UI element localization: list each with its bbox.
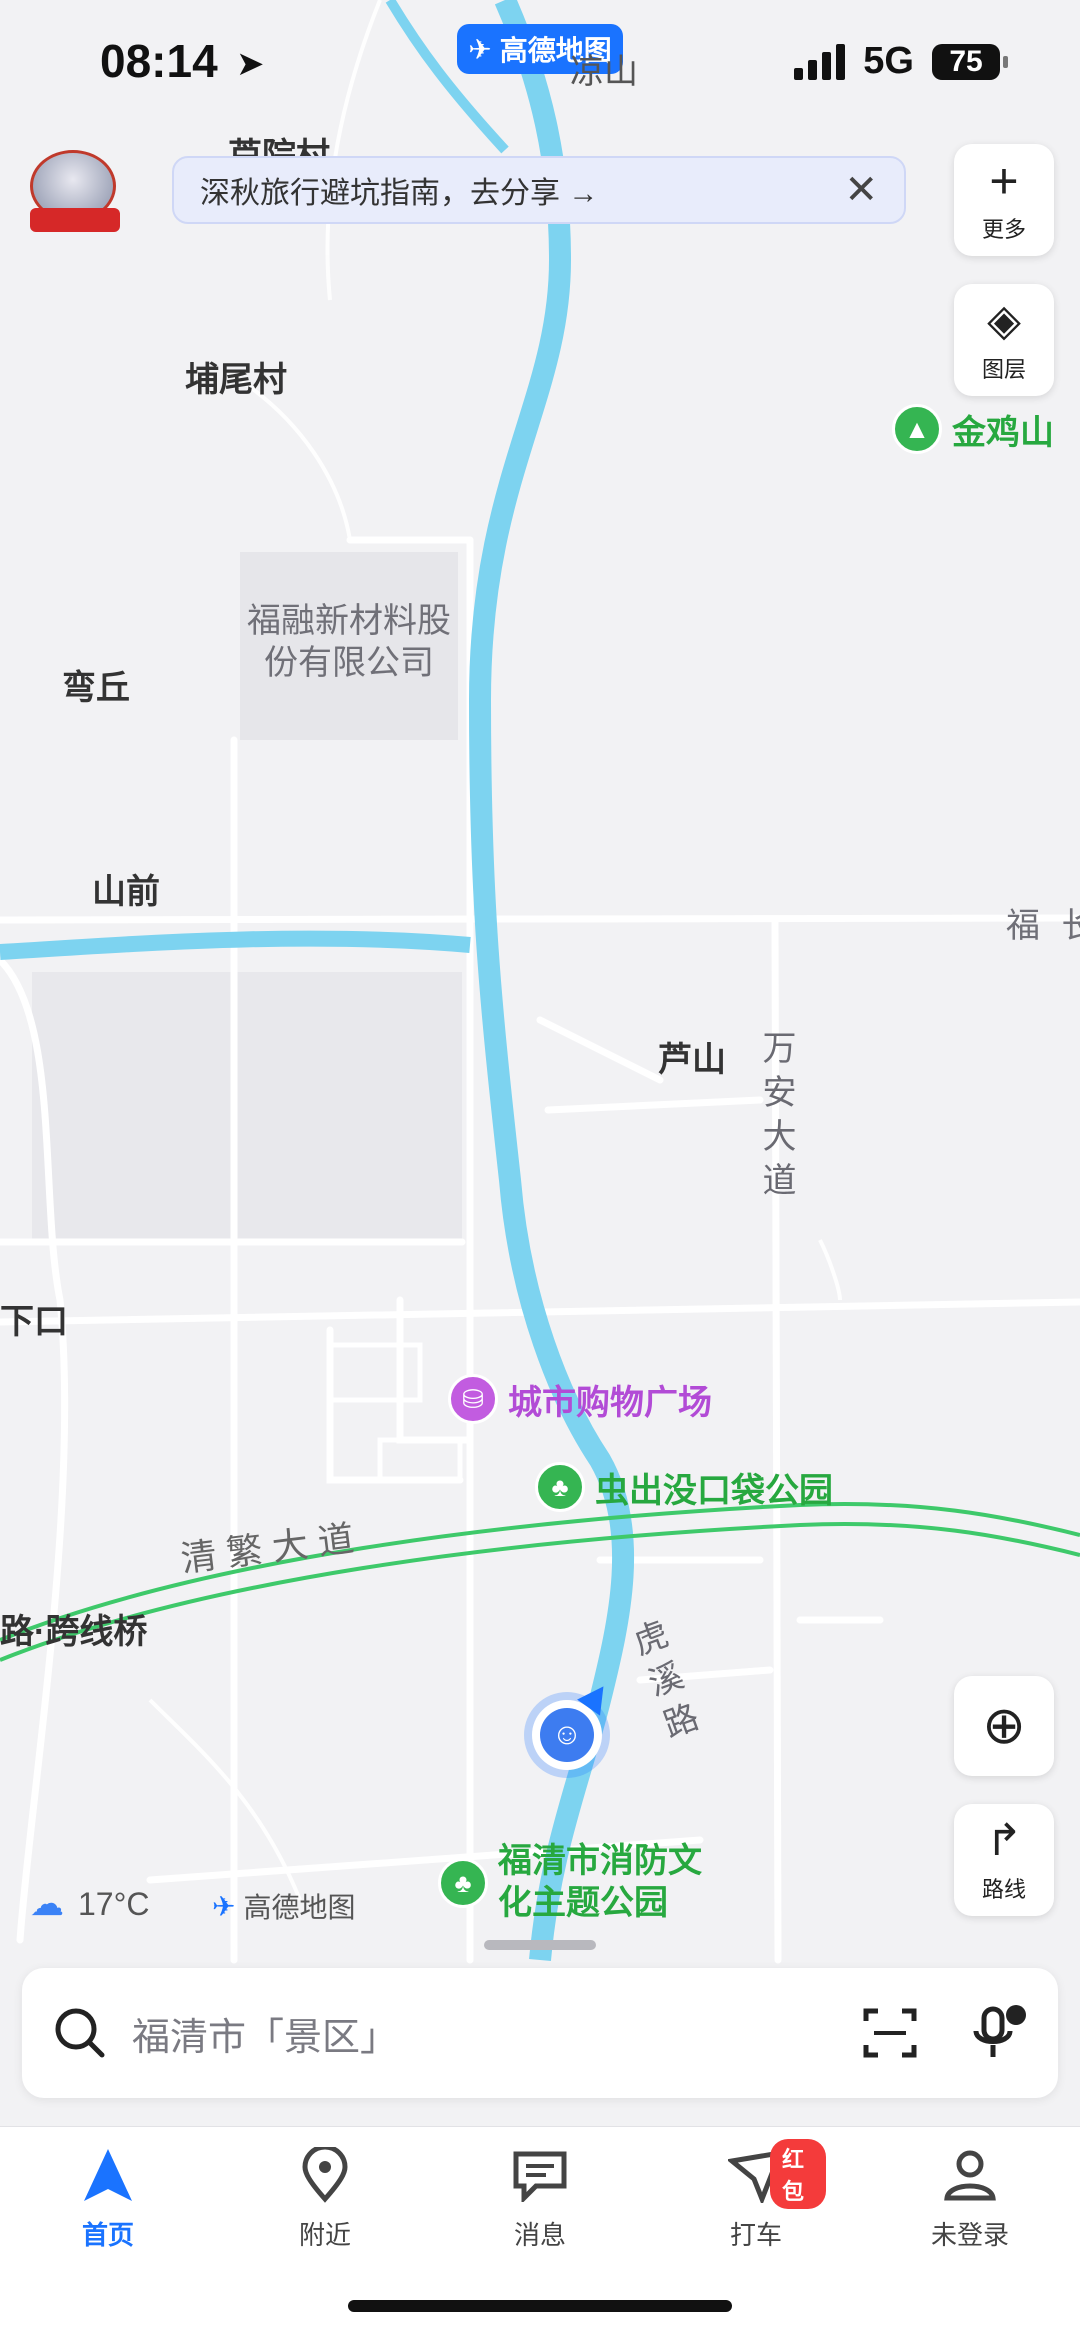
- user-icon: [940, 2145, 1000, 2205]
- location-arrow-icon: ➤: [236, 45, 265, 83]
- promo-banner[interactable]: 深秋旅行避坑指南，去分享 → ✕: [172, 156, 906, 224]
- search-bar[interactable]: 福清市「景区」: [22, 1968, 1058, 2098]
- tab-profile[interactable]: 未登录: [900, 2145, 1040, 2252]
- highway: [0, 1502, 1080, 1662]
- banner-text: 深秋旅行避坑指南，去分享 →: [200, 177, 599, 210]
- user-location-marker[interactable]: ☺: [532, 1700, 602, 1770]
- weather-widget[interactable]: ☁ 17°C: [30, 1884, 150, 1924]
- tab-home[interactable]: 首页: [38, 2145, 178, 2252]
- road-label: 万安大道: [757, 1030, 795, 1206]
- gaode-logo-icon: ✈: [468, 33, 492, 65]
- tab-taxi[interactable]: 打车 红包: [686, 2139, 826, 2252]
- map-label: 埔尾村: [185, 361, 287, 399]
- poi-park-fire[interactable]: ♣ 福清市消防文化主题公园: [438, 1840, 728, 1924]
- message-icon: [510, 2145, 570, 2205]
- poi-park-pocket[interactable]: ♣ 虫出没口袋公园: [535, 1462, 833, 1512]
- layers-icon: ◈: [987, 296, 1021, 345]
- location-pin-icon: [295, 2145, 355, 2205]
- scan-icon[interactable]: [862, 2005, 918, 2061]
- sheet-handle[interactable]: [484, 1940, 596, 1950]
- map-label: 福 长: [1006, 907, 1080, 945]
- battery-icon: 75: [932, 43, 1008, 80]
- map-label: 山前: [92, 873, 160, 911]
- ultraman-logo[interactable]: [30, 150, 120, 240]
- close-icon[interactable]: ✕: [844, 167, 878, 213]
- search-input[interactable]: 福清市「景区」: [132, 2006, 862, 2061]
- home-indicator[interactable]: [348, 2300, 732, 2312]
- route-button[interactable]: ↱ 路线: [954, 1804, 1054, 1916]
- plus-icon: +: [989, 153, 1019, 209]
- network-type: 5G: [863, 40, 914, 82]
- more-button[interactable]: + 更多: [954, 144, 1054, 256]
- signal-icon: [794, 43, 846, 80]
- shopping-bag-icon: ⛁: [448, 1374, 498, 1424]
- tab-messages[interactable]: 消息: [470, 2145, 610, 2252]
- mountain-icon: ▲: [892, 404, 942, 454]
- map-block: [32, 972, 462, 1242]
- gaode-logo-icon: ✈: [212, 1890, 236, 1922]
- route-arrow-icon: ↱: [985, 1816, 1023, 1865]
- tab-nearby[interactable]: 附近: [255, 2145, 395, 2252]
- map-label: 路·跨线桥: [0, 1613, 148, 1651]
- map-watermark: ✈ 高德地图: [212, 1890, 356, 1924]
- red-packet-badge: 红包: [770, 2139, 826, 2209]
- river: [468, 0, 635, 1961]
- avatar-icon: ☺: [540, 1708, 594, 1762]
- map-label-company: 福融新材料股份有限公司: [247, 602, 451, 682]
- locate-button[interactable]: ⊕: [954, 1676, 1054, 1776]
- tree-icon: ♣: [438, 1858, 488, 1908]
- microphone-icon[interactable]: [968, 2003, 1028, 2063]
- map-label: 弯丘: [62, 669, 130, 707]
- map-label: 凉山: [570, 53, 638, 91]
- navigation-arrow-icon: [78, 2145, 138, 2205]
- status-time: 08:14: [100, 35, 218, 87]
- tree-icon: ♣: [535, 1462, 585, 1512]
- search-icon: [55, 2008, 105, 2058]
- layers-button[interactable]: ◈ 图层: [954, 284, 1054, 396]
- map-label: 芦山: [658, 1041, 726, 1079]
- status-indicators: 5G 75: [794, 40, 1008, 83]
- map-label: 下口: [0, 1303, 68, 1341]
- cloud-icon: ☁: [30, 1885, 64, 1923]
- poi-mall[interactable]: ⛁ 城市购物广场: [448, 1374, 712, 1424]
- locate-icon: ⊕: [982, 1697, 1026, 1755]
- poi-jinjishan[interactable]: ▲ 金鸡山: [892, 404, 1054, 454]
